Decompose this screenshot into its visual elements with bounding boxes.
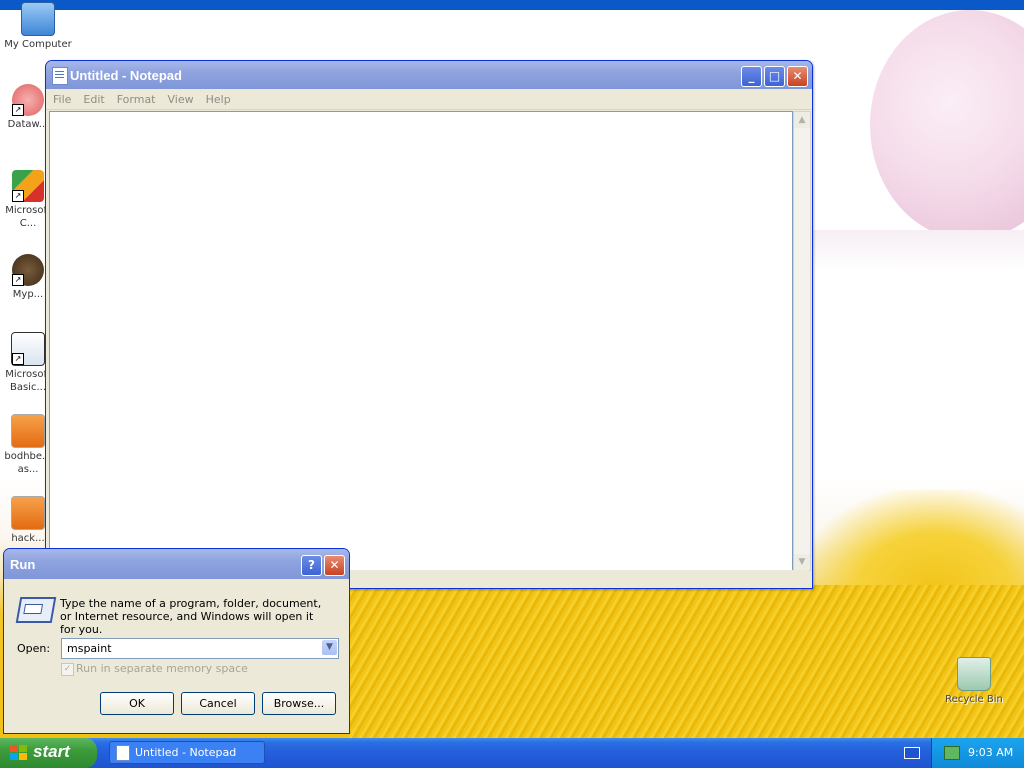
desktop-icon-my-computer[interactable]: My Computer <box>2 2 74 51</box>
notepad-titlebar[interactable]: Untitled - Notepad _ □ ✕ <box>46 61 812 89</box>
notepad-window: Untitled - Notepad _ □ ✕ File Edit Format V… <box>45 60 813 589</box>
shortcut-arrow-icon: ↗ <box>12 104 24 116</box>
wallpaper-fur <box>350 585 1024 738</box>
run-dialog: Run ? ✕ Type the name of a program, fold… <box>3 548 350 734</box>
menu-edit[interactable]: Edit <box>76 89 109 106</box>
menu-file[interactable]: File <box>46 89 76 106</box>
app-shortcut-icon: ↗ <box>12 254 44 286</box>
cancel-button[interactable]: Cancel <box>181 692 255 715</box>
shortcut-arrow-icon: ↗ <box>12 190 24 202</box>
notepad-icon <box>52 67 68 85</box>
taskbar-button-notepad[interactable]: Untitled - Notepad <box>109 741 265 764</box>
open-input[interactable]: mspaint <box>67 642 112 655</box>
ok-button[interactable]: OK <box>100 692 174 715</box>
run-icon <box>15 597 57 623</box>
taskbar: start Untitled - Notepad 9:03 AM <box>0 738 1024 768</box>
run-description: Type the name of a program, folder, docu… <box>60 597 322 636</box>
scroll-down-arrow-icon[interactable]: ▼ <box>794 554 810 570</box>
vertical-scrollbar[interactable]: ▲ ▼ <box>793 111 811 571</box>
browse-button[interactable]: Browse... <box>262 692 336 715</box>
open-label: Open: <box>17 642 51 655</box>
notepad-text-area[interactable] <box>49 111 793 571</box>
wallpaper-surface <box>810 230 1024 270</box>
recycle-bin-icon <box>957 657 991 691</box>
notepad-icon <box>116 745 130 761</box>
document-icon <box>11 496 45 530</box>
computer-icon <box>21 2 55 36</box>
start-label: start <box>33 742 70 761</box>
chevron-down-icon[interactable]: ▼ <box>322 640 337 655</box>
windows-flag-icon <box>10 745 28 761</box>
system-tray: 9:03 AM <box>931 738 1024 768</box>
menu-help[interactable]: Help <box>199 89 236 106</box>
close-button[interactable]: ✕ <box>787 66 808 87</box>
open-combobox[interactable]: mspaint ▼ <box>61 638 339 659</box>
document-icon <box>11 414 45 448</box>
clock[interactable]: 9:03 AM <box>968 746 1013 759</box>
minimize-button[interactable]: _ <box>741 66 762 87</box>
desktop-icon-label: Recycle Bin <box>945 694 1003 705</box>
network-icon[interactable] <box>944 746 960 760</box>
run-close-button[interactable]: ✕ <box>324 555 345 576</box>
separate-memory-checkbox[interactable]: ✓ <box>61 663 74 676</box>
wallpaper-ball <box>870 10 1024 240</box>
taskbar-button-label: Untitled - Notepad <box>135 746 237 759</box>
desktop-icon-label: My Computer <box>4 39 72 50</box>
run-title: Run <box>10 557 36 572</box>
run-titlebar[interactable]: Run ? ✕ <box>4 549 349 579</box>
menu-view[interactable]: View <box>161 89 199 106</box>
app-shortcut-icon: ↗ <box>12 84 44 116</box>
desktop-top-strip <box>0 0 1024 10</box>
desktop-icon-recycle-bin[interactable]: Recycle Bin <box>938 657 1010 706</box>
keyboard-icon[interactable] <box>904 747 920 759</box>
scroll-up-arrow-icon[interactable]: ▲ <box>794 112 810 128</box>
app-shortcut-icon: ↗ <box>11 332 45 366</box>
notepad-menubar: File Edit Format View Help <box>46 89 812 110</box>
start-button[interactable]: start <box>0 738 97 768</box>
app-shortcut-icon: ↗ <box>12 170 44 202</box>
shortcut-arrow-icon: ↗ <box>12 353 24 365</box>
menu-format[interactable]: Format <box>110 89 161 106</box>
notepad-title: Untitled - Notepad <box>70 68 182 83</box>
wallpaper-fur-glow <box>800 490 1024 590</box>
maximize-button[interactable]: □ <box>764 66 785 87</box>
shortcut-arrow-icon: ↗ <box>12 274 24 286</box>
separate-memory-label: Run in separate memory space <box>76 662 248 675</box>
help-button[interactable]: ? <box>301 555 322 576</box>
